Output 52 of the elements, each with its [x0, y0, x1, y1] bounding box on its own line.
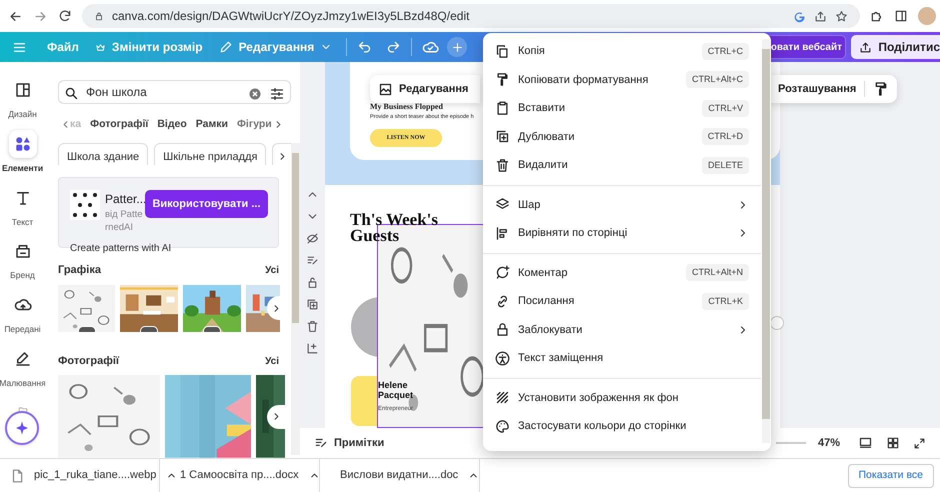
menu-item[interactable]: Заблокувати — [483, 316, 761, 344]
menu-item[interactable]: Установити зображення як фон — [483, 384, 761, 412]
sidebar-tab[interactable]: Дизайн — [0, 76, 44, 121]
use-app-button[interactable]: Використовувати ... — [145, 190, 268, 218]
edit-image-button[interactable]: Редагування — [370, 75, 480, 103]
section-title: Графіка — [58, 263, 101, 278]
shortcut-label: CTRL+C — [702, 42, 749, 60]
category-tab[interactable]: Фігури — [236, 117, 272, 133]
sidebar-tab[interactable]: Елементи — [0, 130, 44, 174]
show-all-button[interactable]: Показати все — [848, 464, 934, 488]
see-all-link[interactable]: Усі — [265, 263, 279, 278]
menu-item[interactable]: Вирівняти по сторінці — [483, 219, 761, 248]
menu-item[interactable]: Посилання CTRL+K — [483, 287, 761, 316]
section-title: Фотографії — [58, 354, 119, 369]
address-bar[interactable]: canva.com/design/DAGWtwiUcrY/ZOyzJmzy1wEI3y5LBzd48Q/edit — [82, 4, 860, 28]
menu-item[interactable]: Копіювати форматування CTRL+Alt+C — [483, 66, 761, 94]
app-title: Patter... — [105, 191, 146, 208]
notes-button[interactable]: Примітки — [314, 434, 384, 452]
sidebar-tab[interactable]: Бренд — [0, 237, 44, 282]
shortcut-label: CTRL+V — [702, 100, 749, 117]
sidebar-tab[interactable]: Текст — [0, 184, 44, 228]
zoom-level[interactable]: 47% — [818, 434, 840, 452]
see-all-link[interactable]: Усі — [265, 354, 279, 369]
download-item[interactable]: Вислови видатни....doc — [320, 458, 480, 492]
search-field[interactable]: Фон школа — [58, 80, 291, 104]
url-text: canva.com/design/DAGWtwiUcrY/ZOyzJmzy1wEI3y5LBzd48Q/edit — [112, 8, 470, 25]
download-item[interactable]: pic_1_ruka_tiane....webp — [0, 458, 160, 492]
menu-item[interactable]: Видалити DELETE — [483, 151, 761, 180]
app-author: від PatternedAI — [105, 208, 144, 234]
shortcut-label: CTRL+Alt+N — [686, 264, 749, 282]
app-caption: Create patterns with AI — [70, 242, 172, 256]
suggestion-chip[interactable]: Школа здание — [58, 142, 148, 166]
episode-title: My Business Flopped — [370, 101, 443, 113]
menu-item[interactable]: Застосувати кольори до сторінки — [483, 412, 761, 440]
category-tab[interactable]: Відео — [157, 117, 187, 133]
shortcut-label: CTRL+Alt+C — [686, 71, 749, 88]
guest-name: Helene Pacquet — [378, 380, 414, 400]
shortcut-label: DELETE — [702, 156, 749, 174]
menu-item[interactable]: Дублювати CTRL+D — [483, 122, 761, 151]
category-tab[interactable]: Рамки — [196, 117, 228, 133]
menu-item[interactable]: Текст заміщення — [483, 344, 761, 372]
shortcut-label: CTRL+D — [702, 128, 749, 146]
shortcut-label: CTRL+K — [702, 292, 749, 310]
menu-item[interactable]: Коментар CTRL+Alt+N — [483, 258, 761, 287]
category-tab[interactable]: Фотографії — [90, 117, 148, 133]
download-item[interactable]: 1 Самоосвіта пр....docx — [160, 458, 320, 492]
share-button[interactable]: Поділитис — [851, 35, 940, 59]
sidebar-tab[interactable]: Передані — [0, 291, 44, 336]
sidebar-tab[interactable]: Малювання — [0, 344, 44, 390]
menu-item[interactable]: Вставити CTRL+V — [483, 94, 761, 122]
suggestion-chip[interactable]: Шкільне приладдя — [154, 142, 266, 166]
menu-item[interactable]: Шар — [483, 190, 761, 219]
